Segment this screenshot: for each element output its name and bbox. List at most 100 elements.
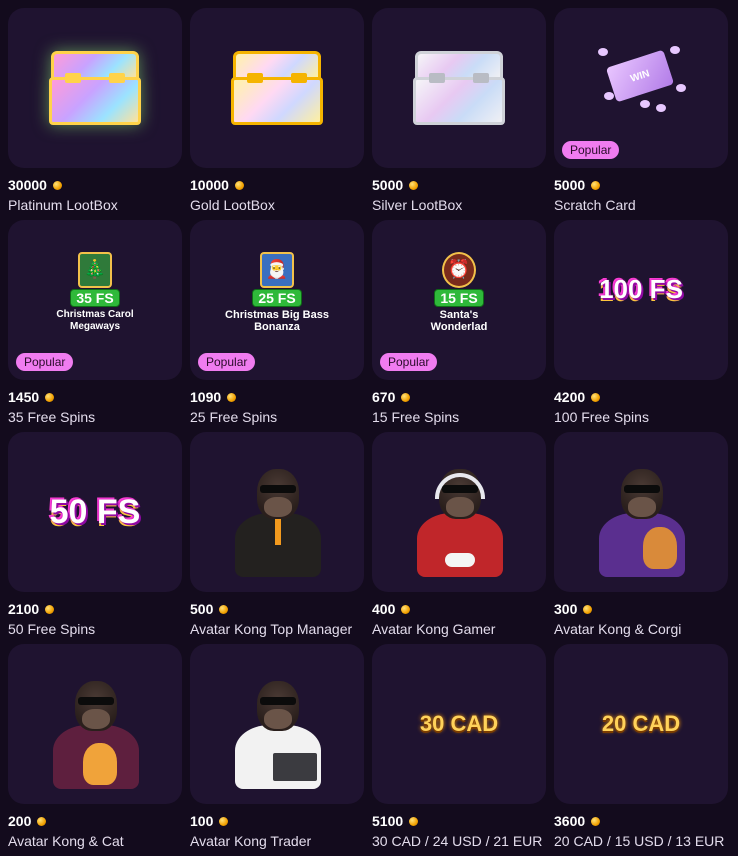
item-price: 400 <box>372 601 546 617</box>
popular-badge: Popular <box>198 353 256 371</box>
shop-item-50-free-spins[interactable]: 50 FS 2100 50 Free Spins <box>8 432 182 644</box>
item-name: 50 Free Spins <box>8 621 96 637</box>
game-title: Santa's Wonderlad <box>430 308 488 333</box>
item-price: 2100 <box>8 601 182 617</box>
item-name: 20 CAD / 15 USD / 13 EUR <box>554 833 725 849</box>
game-thumbnail-icon: ⏰ <box>442 251 476 288</box>
shop-item-gold-lootbox[interactable]: 10000 Gold LootBox <box>190 8 364 220</box>
item-price: 5100 <box>372 813 546 829</box>
big-fs-label: 50 FS <box>49 492 141 531</box>
shop-item-15-free-spins[interactable]: ⏰ 15 FS Santa's Wonderlad Popular 670 15… <box>372 220 546 432</box>
game-thumbnail-icon: 🎄 <box>78 251 112 288</box>
coin-icon <box>409 180 419 190</box>
free-spins-promo: 🎅 25 FS Christmas Big Bass Bonanza <box>222 251 332 333</box>
coin-icon <box>219 816 229 826</box>
item-name: Avatar Kong & Cat <box>8 833 124 849</box>
kong-corgi-avatar <box>591 467 691 577</box>
shop-item-avatar-kong-trader[interactable]: 100 Avatar Kong Trader <box>190 644 364 856</box>
shop-item-scratch-card[interactable]: WIN Popular 5000 Scratch Card <box>554 8 728 220</box>
fs-label: 15 FS <box>434 288 484 307</box>
item-card[interactable] <box>8 8 182 168</box>
item-name: 25 Free Spins <box>190 409 278 425</box>
free-spins-promo: 🎄 35 FS Christmas Carol Megaways <box>40 251 150 333</box>
shop-item-avatar-kong-corgi[interactable]: 300 Avatar Kong & Corgi <box>554 432 728 644</box>
scratch-card-image: WIN <box>596 44 686 114</box>
item-price: 100 <box>190 813 364 829</box>
item-name: Platinum LootBox <box>8 197 118 213</box>
item-card[interactable] <box>190 432 364 592</box>
item-name: 35 Free Spins <box>8 409 96 425</box>
popular-badge: Popular <box>16 353 74 371</box>
coin-icon <box>591 816 601 826</box>
item-card[interactable] <box>372 8 546 168</box>
item-card[interactable] <box>372 432 546 592</box>
shop-item-avatar-kong-gamer[interactable]: 400 Avatar Kong Gamer <box>372 432 546 644</box>
item-card[interactable]: 50 FS <box>8 432 182 592</box>
fs-label: 25 FS <box>252 288 302 307</box>
coin-icon <box>401 392 411 402</box>
shop-item-silver-lootbox[interactable]: 5000 Silver LootBox <box>372 8 546 220</box>
item-name: Avatar Kong Gamer <box>372 621 496 637</box>
kong-trader-avatar <box>227 679 327 789</box>
item-price: 1090 <box>190 389 364 405</box>
item-card[interactable]: 100 FS <box>554 220 728 380</box>
coin-icon <box>591 180 601 190</box>
shop-item-avatar-kong-cat[interactable]: 200 Avatar Kong & Cat <box>8 644 182 856</box>
item-card[interactable] <box>190 644 364 804</box>
shop-item-100-free-spins[interactable]: 100 FS 4200 100 Free Spins <box>554 220 728 432</box>
shop-item-35-free-spins[interactable]: 🎄 35 FS Christmas Carol Megaways Popular… <box>8 220 182 432</box>
coin-icon <box>583 604 593 614</box>
item-price: 670 <box>372 389 546 405</box>
coin-icon <box>45 604 55 614</box>
item-price: 1450 <box>8 389 182 405</box>
item-name: Avatar Kong Trader <box>190 833 312 849</box>
item-name: 30 CAD / 24 USD / 21 EUR <box>372 833 543 849</box>
item-name: 100 Free Spins <box>554 409 649 425</box>
coin-icon <box>37 816 47 826</box>
item-card[interactable]: ⏰ 15 FS Santa's Wonderlad Popular <box>372 220 546 380</box>
item-card[interactable]: WIN Popular <box>554 8 728 168</box>
item-name: Avatar Kong Top Manager <box>190 621 353 637</box>
game-title: Christmas Big Bass Bonanza <box>225 308 329 333</box>
shop-grid: 30000 Platinum LootBox 10000 Gold LootBo… <box>8 8 728 856</box>
item-card[interactable] <box>190 8 364 168</box>
item-price: 5000 <box>372 177 546 193</box>
item-price: 200 <box>8 813 182 829</box>
shop-item-platinum-lootbox[interactable]: 30000 Platinum LootBox <box>8 8 182 220</box>
item-card[interactable]: 🎅 25 FS Christmas Big Bass Bonanza Popul… <box>190 220 364 380</box>
shop-item-20-cad[interactable]: 20 CAD 3600 20 CAD / 15 USD / 13 EUR <box>554 644 728 856</box>
coin-icon <box>227 392 237 402</box>
kong-cat-avatar <box>45 679 145 789</box>
item-card[interactable] <box>554 432 728 592</box>
item-name: Silver LootBox <box>372 197 463 213</box>
shop-item-30-cad[interactable]: 30 CAD 5100 30 CAD / 24 USD / 21 EUR <box>372 644 546 856</box>
popular-badge: Popular <box>562 141 620 159</box>
fs-label: 35 FS <box>70 288 120 307</box>
item-card[interactable] <box>8 644 182 804</box>
item-price: 300 <box>554 601 728 617</box>
free-spins-promo: ⏰ 15 FS Santa's Wonderlad <box>419 251 499 333</box>
item-card[interactable]: 20 CAD <box>554 644 728 804</box>
coin-icon <box>409 816 419 826</box>
shop-item-avatar-kong-top-manager[interactable]: 500 Avatar Kong Top Manager <box>190 432 364 644</box>
shop-item-25-free-spins[interactable]: 🎅 25 FS Christmas Big Bass Bonanza Popul… <box>190 220 364 432</box>
game-title: Christmas Carol Megaways <box>56 308 134 332</box>
item-price: 3600 <box>554 813 728 829</box>
kong-gamer-avatar <box>409 467 509 577</box>
platinum-lootbox-image <box>47 47 143 129</box>
item-price: 30000 <box>8 177 182 193</box>
coin-icon <box>219 604 229 614</box>
item-price: 5000 <box>554 177 728 193</box>
item-card[interactable]: 🎄 35 FS Christmas Carol Megaways Popular <box>8 220 182 380</box>
item-name: Avatar Kong & Corgi <box>554 621 682 637</box>
item-price: 500 <box>190 601 364 617</box>
coin-icon <box>52 180 62 190</box>
big-fs-label: 100 FS <box>599 273 683 304</box>
coin-icon <box>401 604 411 614</box>
item-name: 15 Free Spins <box>372 409 460 425</box>
gold-lootbox-image <box>229 47 325 129</box>
coin-icon <box>45 392 55 402</box>
item-card[interactable]: 30 CAD <box>372 644 546 804</box>
coin-icon <box>234 180 244 190</box>
game-thumbnail-icon: 🎅 <box>260 251 294 288</box>
